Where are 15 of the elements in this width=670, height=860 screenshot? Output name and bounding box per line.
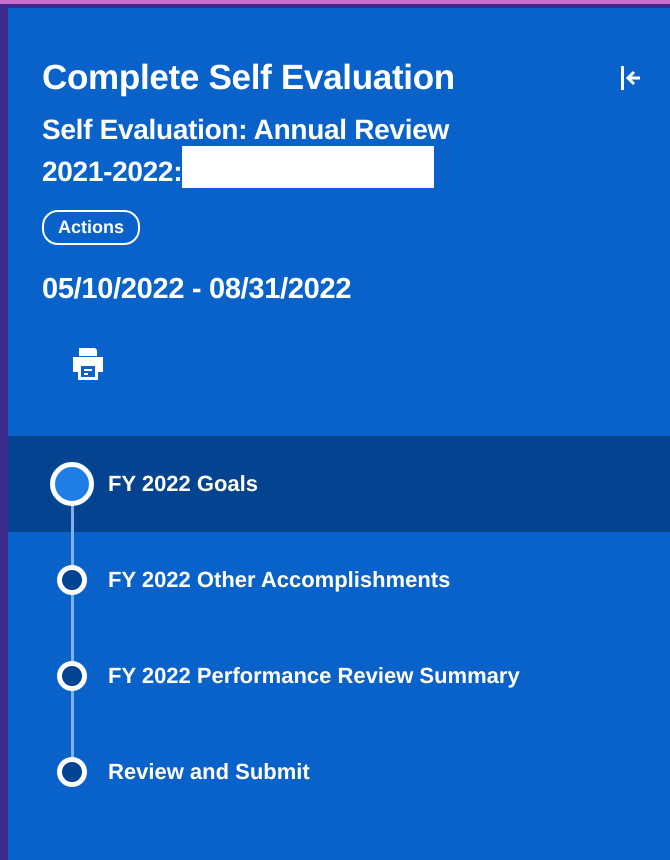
step-item[interactable]: FY 2022 Goals [8,436,670,532]
collapse-icon[interactable] [620,65,642,91]
step-item[interactable]: FY 2022 Other Accomplishments [8,532,670,628]
review-title: Self Evaluation: Annual Review [42,114,450,146]
step-marker-icon [50,462,94,506]
review-year: 2021-2022: [42,156,182,188]
step-marker-icon [57,565,87,595]
print-icon[interactable] [70,346,106,382]
step-item[interactable]: FY 2022 Performance Review Summary [8,628,670,724]
actions-button[interactable]: Actions [42,210,140,245]
panel-title: Complete Self Evaluation [42,58,455,98]
step-item[interactable]: Review and Submit [8,724,670,820]
step-marker-icon [57,661,87,691]
date-range: 05/10/2022 - 08/31/2022 [42,273,352,306]
step-marker-icon [57,757,87,787]
